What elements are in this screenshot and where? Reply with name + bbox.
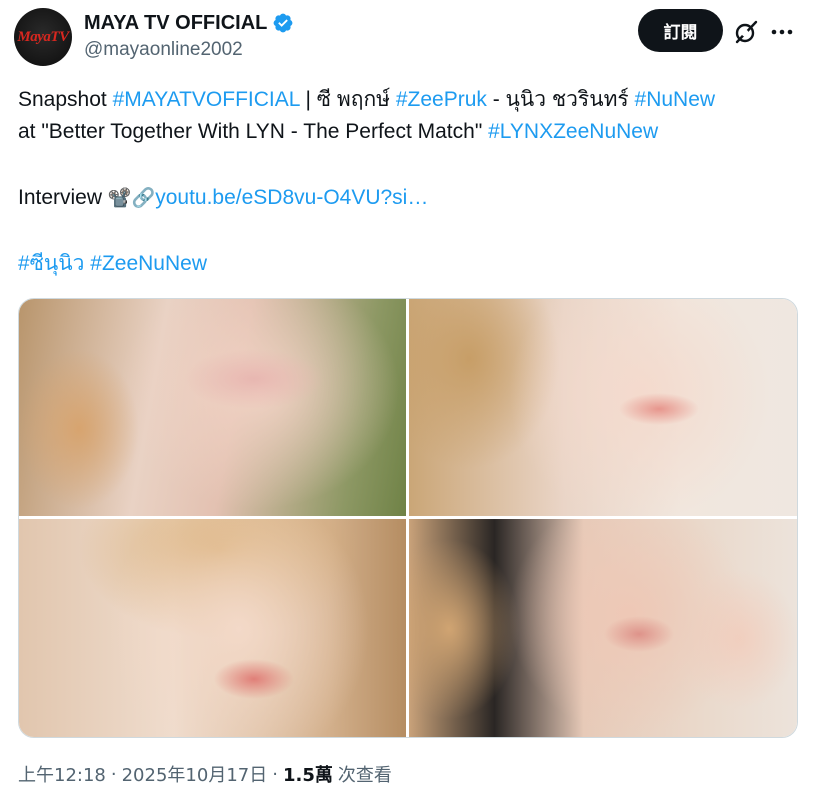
tweet-text-line-1: Snapshot #MAYATVOFFICIAL | ซี พฤกษ์ #Zee… bbox=[18, 88, 716, 111]
views-label: 次查看 bbox=[337, 765, 392, 786]
tweet-meta: 上午12:18 · 2025年10月17日 · 1.5萬 次查看 bbox=[18, 761, 392, 787]
meta-separator: · bbox=[110, 763, 117, 785]
media-grid bbox=[18, 298, 798, 738]
author-handle[interactable]: @mayaonline2002 bbox=[84, 39, 243, 61]
photo-1[interactable] bbox=[19, 299, 406, 516]
post-date[interactable]: 2025年10月17日 bbox=[122, 761, 268, 787]
hashtag-lynxzeenunew[interactable]: #LYNXZeeNuNew bbox=[488, 120, 658, 143]
tweet-text: Snapshot #MAYATVOFFICIAL | ซี พฤกษ์ #Zee… bbox=[18, 84, 808, 280]
photo-3[interactable] bbox=[19, 519, 406, 737]
hashtag-nunew[interactable]: #NuNew bbox=[635, 88, 716, 111]
photo-2[interactable] bbox=[409, 299, 797, 516]
hashtag-thai-zeenunew[interactable]: #ซีนุนิว bbox=[18, 252, 84, 275]
display-name[interactable]: MAYA TV OFFICIAL bbox=[84, 12, 267, 35]
hashtag-zeenunew[interactable]: #ZeeNuNew bbox=[90, 252, 207, 275]
meta-separator: · bbox=[272, 763, 278, 785]
author-name-row: MAYA TV OFFICIAL bbox=[84, 9, 294, 37]
subscribe-button[interactable]: 訂閱 bbox=[638, 9, 723, 52]
tweet-text-line-3: Interview 📽️🔗youtu.be/eSD8vu-O4VU?si… bbox=[18, 186, 429, 209]
tweet-text-line-2: at "Better Together With LYN - The Perfe… bbox=[18, 120, 659, 143]
verified-badge-icon bbox=[273, 13, 293, 33]
hashtag-mayatvofficial[interactable]: #MAYATVOFFICIAL bbox=[113, 88, 300, 111]
more-icon[interactable] bbox=[769, 20, 795, 44]
hashtag-zeepruk[interactable]: #ZeePruk bbox=[396, 88, 487, 111]
youtube-link[interactable]: youtu.be/eSD8vu-O4VU?si… bbox=[155, 186, 428, 209]
tweet-text-line-4: #ซีนุนิว #ZeeNuNew bbox=[18, 248, 808, 280]
photo-4[interactable] bbox=[409, 519, 797, 737]
post-time[interactable]: 上午12:18 bbox=[18, 761, 106, 787]
film-projector-icon: 📽️ bbox=[107, 187, 132, 209]
avatar-logo-text: MayaTV bbox=[17, 28, 69, 45]
grok-icon[interactable] bbox=[733, 19, 759, 45]
views-count: 1.5萬 bbox=[282, 765, 333, 786]
tweet: MayaTV MAYA TV OFFICIAL @mayaonline2002 … bbox=[0, 0, 823, 798]
link-icon: 🔗 bbox=[131, 187, 156, 209]
avatar[interactable]: MayaTV bbox=[14, 8, 72, 66]
